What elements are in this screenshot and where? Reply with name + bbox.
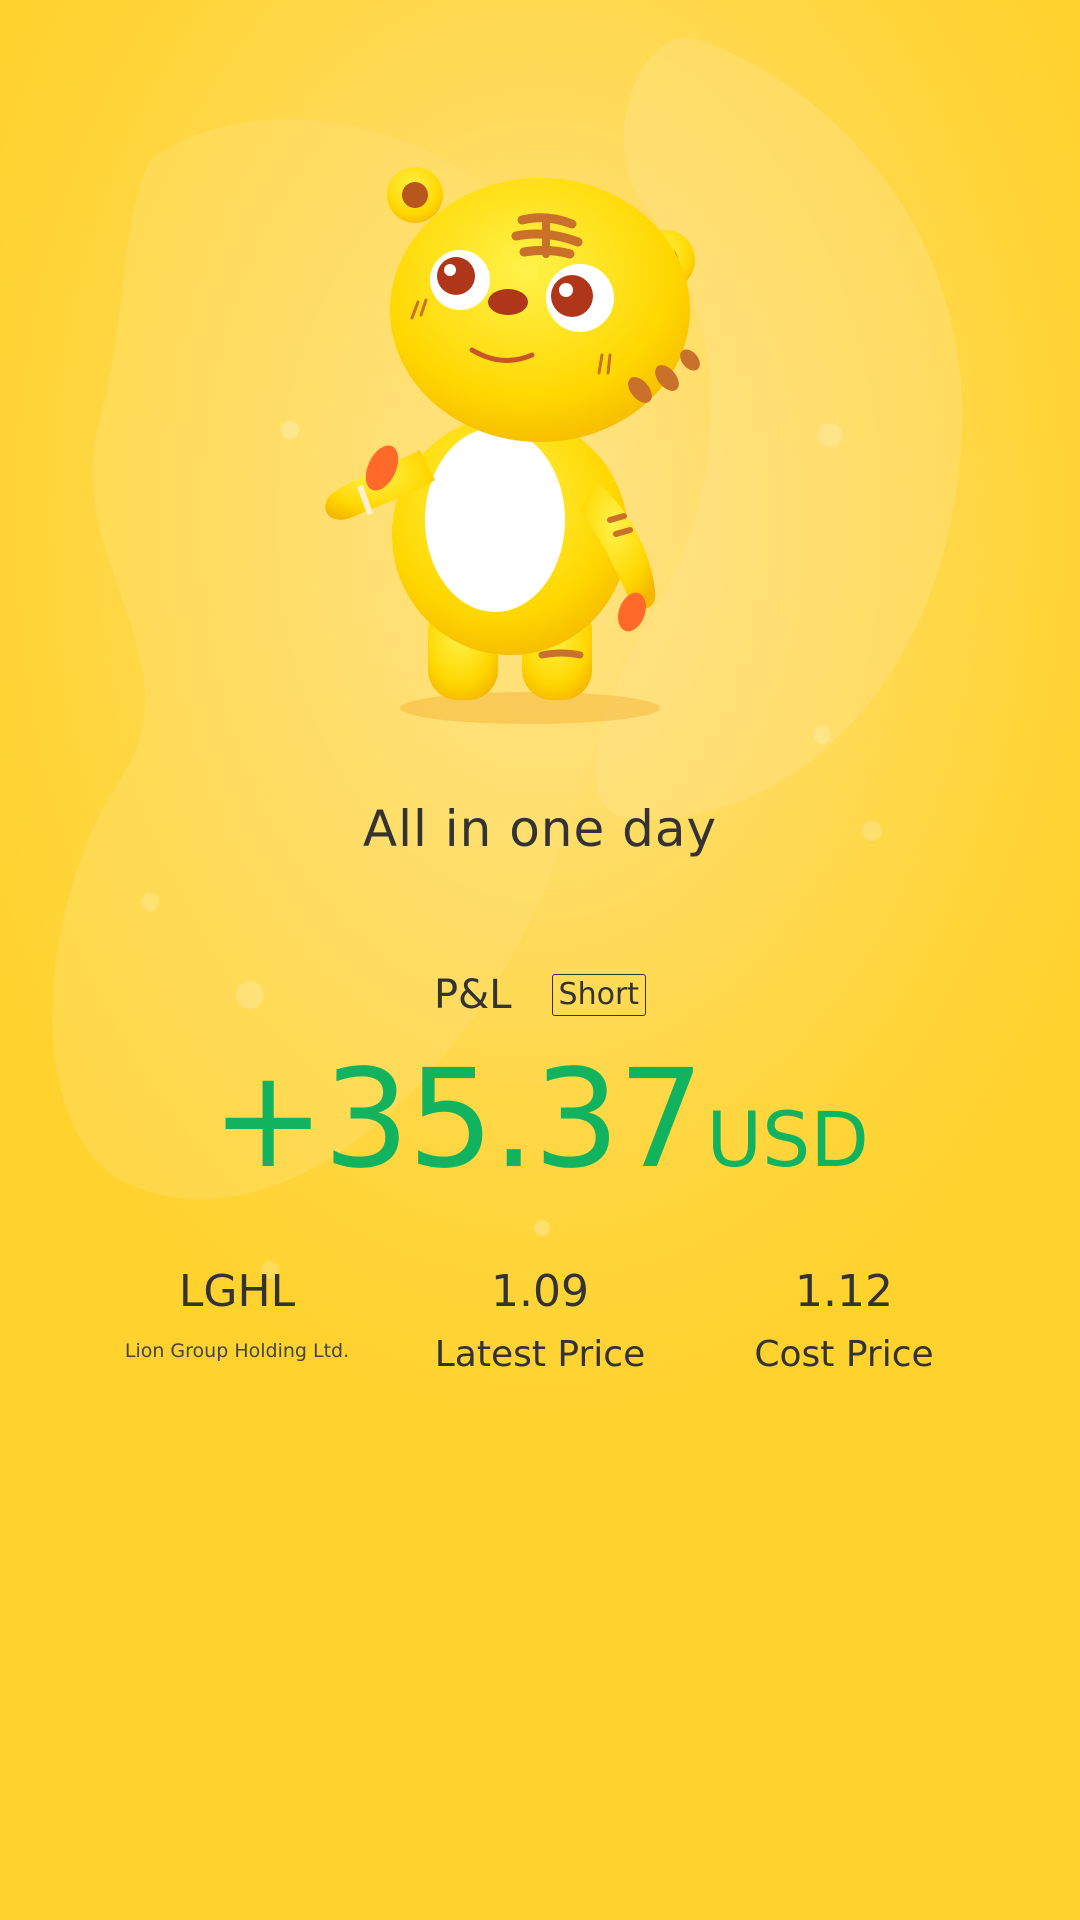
pnl-value: +35.37: [211, 1041, 704, 1199]
pnl-label: P&L: [433, 972, 512, 1018]
latest-price-value: 1.09: [491, 1266, 589, 1317]
position-side-badge: Short: [551, 974, 647, 1016]
stock-name: Lion Group Holding Ltd.: [124, 1340, 350, 1362]
pnl-amount: +35.37 USD: [0, 1052, 1080, 1188]
cost-price-value: 1.12: [795, 1266, 893, 1317]
cost-price: 1.12 Cost Price: [694, 1262, 994, 1375]
stock-ticker: LGHL: [178, 1266, 296, 1317]
position-stats: LGHL Lion Group Holding Ltd. 1.09 Latest…: [0, 1262, 1080, 1402]
cost-price-label: Cost Price: [754, 1334, 934, 1375]
stock-info: LGHL Lion Group Holding Ltd.: [87, 1262, 387, 1362]
pnl-header: P&L Short: [0, 972, 1080, 1018]
tiger-mascot-icon: [325, 167, 700, 724]
pnl-currency: USD: [706, 1095, 869, 1184]
page-title: All in one day: [362, 800, 718, 858]
latest-price: 1.09 Latest Price: [390, 1262, 690, 1375]
latest-price-label: Latest Price: [434, 1334, 646, 1375]
